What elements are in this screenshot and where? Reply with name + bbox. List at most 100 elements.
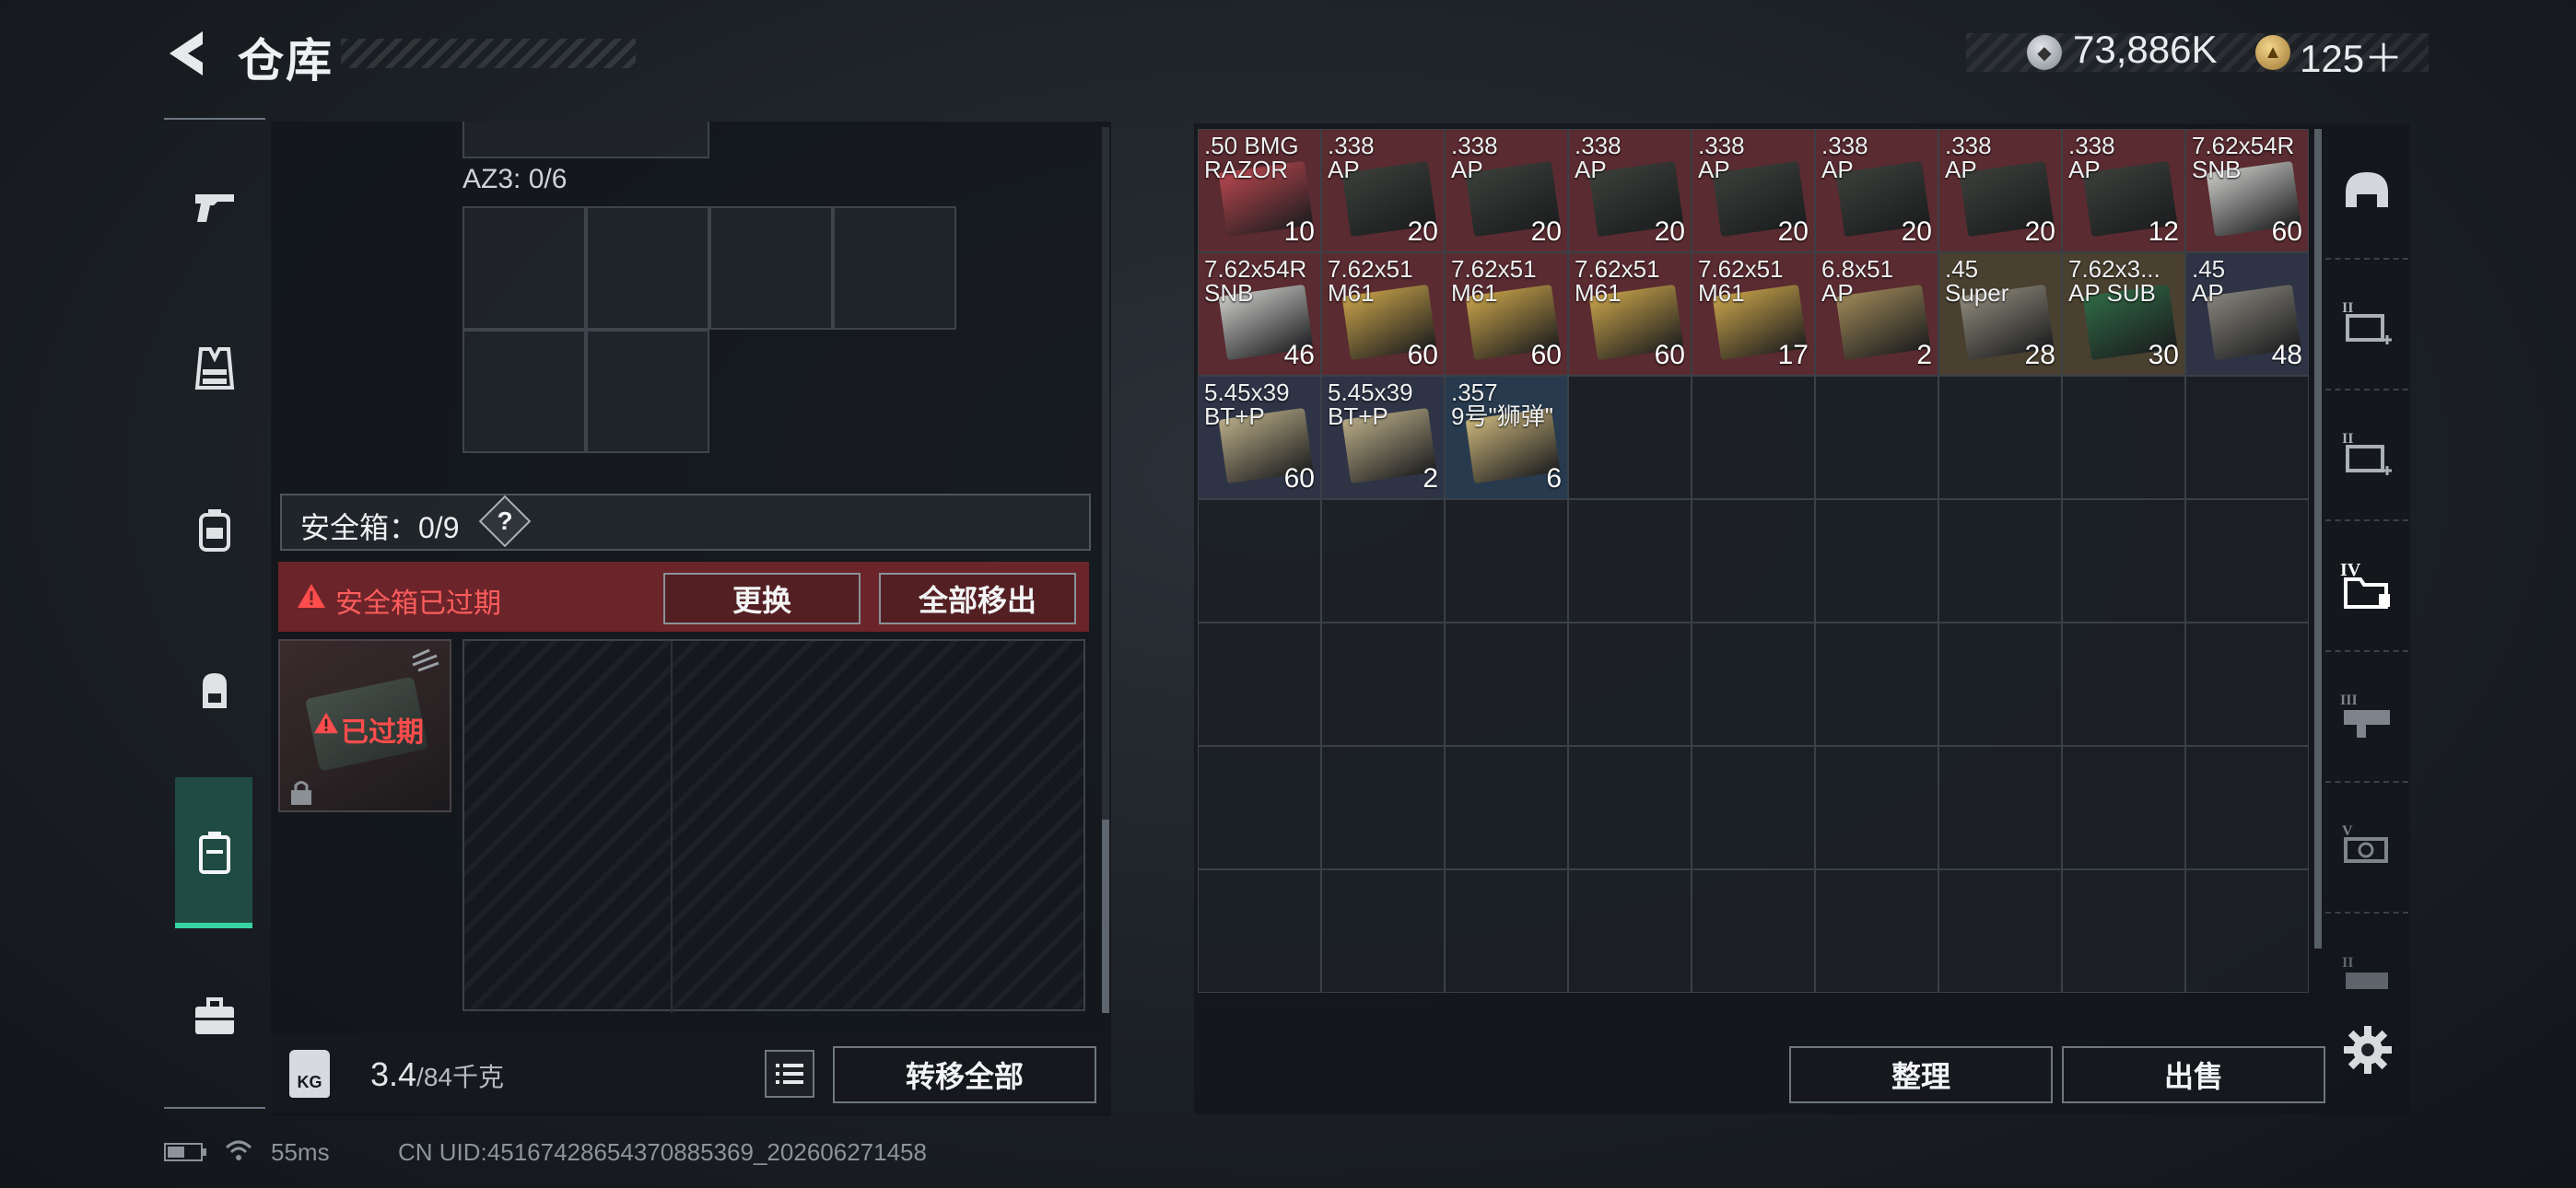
safebox-grid[interactable] [463,639,1085,1013]
stash-item[interactable]: 7.62x51 M61 17 [1692,252,1815,376]
empty-slot[interactable] [1815,499,1938,623]
lock-icon [291,781,311,805]
stash-grid[interactable]: .50 BMG RAZOR 10.338 AP 20.338 AP 20.338 AP… [1198,129,2311,1031]
empty-slot[interactable] [1938,499,2062,623]
empty-slot[interactable] [2062,869,2185,993]
empty-slot[interactable] [1321,746,1445,869]
category-helmet[interactable] [2325,129,2408,260]
empty-slot[interactable] [1198,746,1321,869]
empty-slot[interactable] [1568,499,1692,623]
empty-slot[interactable] [1815,746,1938,869]
sort-button[interactable]: 整理 [1789,1046,2053,1103]
empty-slot[interactable] [1321,623,1445,746]
empty-slot[interactable] [1938,746,2062,869]
empty-slot[interactable] [2185,623,2309,746]
stash-item[interactable]: 7.62x54R SNB 46 [1198,252,1321,376]
empty-slot[interactable] [2185,869,2309,993]
container-slot-partial[interactable] [463,122,709,158]
nav-item-backpack[interactable] [164,626,265,755]
empty-slot[interactable] [2185,746,2309,869]
swap-icon[interactable] [409,646,442,674]
empty-slot[interactable] [2062,376,2185,499]
empty-slot[interactable] [1445,869,1568,993]
empty-slot[interactable] [2062,746,2185,869]
move-all-out-button[interactable]: 全部移出 [879,573,1076,624]
empty-slot[interactable] [1815,376,1938,499]
stash-item[interactable]: 6.8x51 AP 2 [1815,252,1938,376]
empty-slot[interactable] [1198,499,1321,623]
empty-slot[interactable] [1692,499,1815,623]
replace-button[interactable]: 更换 [663,573,861,624]
stash-item[interactable]: .338 AP 20 [1321,129,1445,252]
empty-slot[interactable] [1568,623,1692,746]
stash-item[interactable]: 7.62x51 M61 60 [1445,252,1568,376]
stash-item[interactable]: 7.62x51 M61 60 [1321,252,1445,376]
stash-item[interactable]: .338 AP 20 [1568,129,1692,252]
az3-slot[interactable] [709,206,833,330]
stash-item[interactable]: .50 BMG RAZOR 10 [1198,129,1321,252]
category-iii-rig[interactable]: III [2325,652,2408,783]
sell-button[interactable]: 出售 [2062,1046,2325,1103]
back-arrow-icon[interactable] [162,26,217,81]
stash-item[interactable]: .357 9号"狮弹" 6 [1445,376,1568,499]
empty-slot[interactable] [2185,499,2309,623]
empty-slot[interactable] [1568,746,1692,869]
gear-icon[interactable] [2342,1024,2394,1076]
nav-item-safebox[interactable] [164,788,265,917]
empty-slot[interactable] [2062,499,2185,623]
help-mark[interactable]: ? [494,503,516,540]
empty-slot[interactable] [1815,869,1938,993]
empty-slot[interactable] [2062,623,2185,746]
empty-slot[interactable] [1692,376,1815,499]
stash-item[interactable]: .338 AP 12 [2062,129,2185,252]
empty-slot[interactable] [1938,623,2062,746]
empty-slot[interactable] [1568,376,1692,499]
empty-slot[interactable] [1692,869,1815,993]
empty-slot[interactable] [1692,623,1815,746]
empty-slot[interactable] [1445,499,1568,623]
nav-item-rig[interactable] [164,466,265,595]
stash-scroll-thumb[interactable] [2314,129,2322,949]
storage-scroll-thumb[interactable] [1102,820,1109,1013]
empty-slot[interactable] [1445,623,1568,746]
stash-item[interactable]: 7.62x51 M61 60 [1568,252,1692,376]
az3-slot[interactable] [586,206,709,330]
nav-item-briefcase[interactable] [164,952,265,1081]
category-armor-ii[interactable]: II [2325,260,2408,390]
category-v-gear[interactable]: V [2325,783,2408,914]
empty-slot[interactable] [1815,623,1938,746]
stash-item[interactable]: .45 Super 28 [1938,252,2062,376]
empty-slot[interactable] [1198,623,1321,746]
empty-slot[interactable] [1938,869,2062,993]
az3-slot[interactable] [586,330,709,453]
stash-item[interactable]: .338 AP 20 [1445,129,1568,252]
az3-slot[interactable] [463,206,586,330]
category-armor-ii-alt[interactable]: II [2325,390,2408,521]
empty-slot[interactable] [1321,869,1445,993]
stash-item[interactable]: .338 AP 20 [1692,129,1815,252]
stash-item[interactable]: .338 AP 20 [1815,129,1938,252]
empty-slot[interactable] [2185,376,2309,499]
stash-item[interactable]: 7.62x3... AP SUB 30 [2062,252,2185,376]
empty-slot[interactable] [1198,869,1321,993]
stash-item[interactable]: 5.45x39 BT+P 60 [1198,376,1321,499]
az3-slot[interactable] [833,206,956,330]
list-view-button[interactable] [765,1050,814,1098]
nav-item-vest[interactable] [164,304,265,433]
transfer-all-button[interactable]: 转移全部 [833,1046,1096,1103]
empty-slot[interactable] [1692,746,1815,869]
item-count: 2 [1423,463,1438,494]
category-iv-container[interactable]: IV [2325,521,2408,652]
title-decoration [341,39,636,68]
empty-slot[interactable] [1321,499,1445,623]
az3-slot[interactable] [463,330,586,453]
stash-item[interactable]: .45 AP 48 [2185,252,2309,376]
stash-item[interactable]: .338 AP 20 [1938,129,2062,252]
gold-amount[interactable]: 125＋ [2300,28,2403,84]
empty-slot[interactable] [1938,376,2062,499]
empty-slot[interactable] [1568,869,1692,993]
stash-item[interactable]: 7.62x54R SNB 60 [2185,129,2309,252]
empty-slot[interactable] [1445,746,1568,869]
nav-item-pistol[interactable] [164,142,265,271]
stash-item[interactable]: 5.45x39 BT+P 2 [1321,376,1445,499]
